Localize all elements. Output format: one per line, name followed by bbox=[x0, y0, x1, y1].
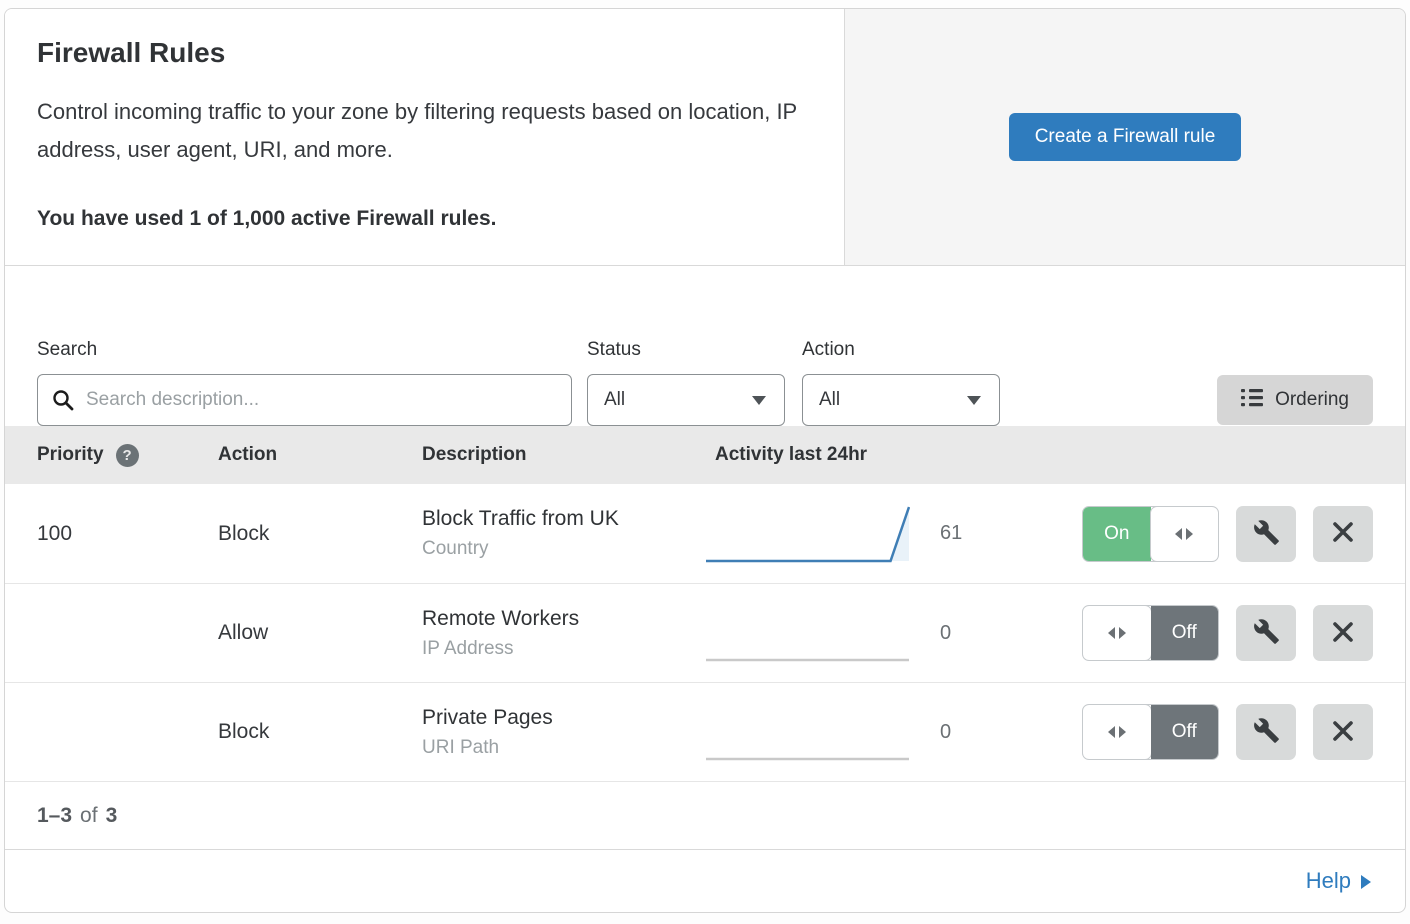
activity-count: 0 bbox=[920, 622, 1005, 645]
priority-help-icon[interactable]: ? bbox=[116, 444, 139, 467]
wrench-icon bbox=[1253, 717, 1280, 747]
header-section: Firewall Rules Control incoming traffic … bbox=[5, 9, 1405, 266]
wrench-icon bbox=[1253, 618, 1280, 648]
rule-action: Allow bbox=[218, 621, 422, 645]
column-header-activity: Activity last 24hr bbox=[705, 444, 920, 466]
pagination-of: of bbox=[80, 804, 98, 828]
edit-rule-button[interactable] bbox=[1236, 506, 1296, 562]
toggle-handle bbox=[1083, 606, 1151, 660]
arrow-left-icon bbox=[1175, 528, 1182, 540]
delete-rule-button[interactable] bbox=[1313, 704, 1373, 760]
arrow-right-icon bbox=[1186, 528, 1193, 540]
rule-enabled-toggle[interactable]: On bbox=[1082, 506, 1219, 562]
search-icon bbox=[51, 388, 75, 417]
rule-action: Block bbox=[218, 522, 422, 546]
rule-description: Remote Workers bbox=[422, 607, 705, 631]
header-text-block: Firewall Rules Control incoming traffic … bbox=[5, 9, 845, 265]
create-firewall-rule-button[interactable]: Create a Firewall rule bbox=[1009, 113, 1242, 161]
delete-rule-button[interactable] bbox=[1313, 506, 1373, 562]
toggle-off-label: Off bbox=[1151, 705, 1219, 759]
help-link[interactable]: Help bbox=[1306, 868, 1371, 894]
toggle-off-label: Off bbox=[1151, 606, 1219, 660]
page-title: Firewall Rules bbox=[37, 37, 812, 69]
toggle-on-label: On bbox=[1083, 507, 1151, 561]
rule-enabled-toggle[interactable]: Off bbox=[1082, 605, 1219, 661]
table-header-row: Priority ? Action Description Activity l… bbox=[5, 426, 1405, 484]
header-action-panel: Create a Firewall rule bbox=[845, 9, 1405, 265]
rule-description-cell: Private Pages URI Path bbox=[422, 706, 705, 759]
activity-count: 61 bbox=[920, 522, 1005, 545]
activity-count: 0 bbox=[920, 721, 1005, 744]
close-icon bbox=[1332, 621, 1354, 646]
edit-rule-button[interactable] bbox=[1236, 605, 1296, 661]
activity-sparkline bbox=[705, 503, 920, 565]
search-field-wrap bbox=[37, 374, 572, 426]
status-select-value: All bbox=[604, 389, 625, 411]
ordering-button-label: Ordering bbox=[1275, 389, 1349, 411]
rule-match-type: IP Address bbox=[422, 638, 705, 660]
pagination-bar: 1–3 of 3 bbox=[5, 781, 1405, 849]
action-select[interactable]: All bbox=[802, 374, 1000, 426]
page-description: Control incoming traffic to your zone by… bbox=[37, 93, 812, 169]
rule-match-type: URI Path bbox=[422, 737, 705, 759]
help-footer: Help bbox=[5, 849, 1405, 912]
arrow-left-icon bbox=[1108, 726, 1115, 738]
rule-controls: Off bbox=[1082, 704, 1373, 760]
rule-description-cell: Block Traffic from UK Country bbox=[422, 507, 705, 560]
column-header-priority: Priority ? bbox=[37, 444, 218, 467]
arrow-right-icon bbox=[1119, 627, 1126, 639]
arrow-right-icon bbox=[1119, 726, 1126, 738]
delete-rule-button[interactable] bbox=[1313, 605, 1373, 661]
edit-rule-button[interactable] bbox=[1236, 704, 1296, 760]
close-icon bbox=[1332, 720, 1354, 745]
chevron-down-icon bbox=[967, 396, 981, 405]
table-row: 100 Block Block Traffic from UK Country … bbox=[5, 484, 1405, 583]
arrow-right-icon bbox=[1361, 875, 1371, 889]
rule-description-cell: Remote Workers IP Address bbox=[422, 607, 705, 660]
help-link-label: Help bbox=[1306, 868, 1351, 894]
rule-description: Block Traffic from UK bbox=[422, 507, 705, 531]
rule-controls: Off bbox=[1082, 605, 1373, 661]
rule-match-type: Country bbox=[422, 538, 705, 560]
activity-sparkline bbox=[705, 602, 920, 664]
priority-header-label: Priority bbox=[37, 444, 104, 466]
rule-controls: On bbox=[1082, 506, 1373, 562]
filter-bar: Search Status All Action All bbox=[5, 266, 1405, 426]
action-select-value: All bbox=[819, 389, 840, 411]
rule-enabled-toggle[interactable]: Off bbox=[1082, 704, 1219, 760]
status-select[interactable]: All bbox=[587, 374, 785, 426]
rule-action: Block bbox=[218, 720, 422, 744]
column-header-action: Action bbox=[218, 444, 422, 466]
pagination-total: 3 bbox=[106, 804, 118, 828]
search-label: Search bbox=[37, 339, 587, 361]
wrench-icon bbox=[1253, 519, 1280, 549]
search-group: Search bbox=[37, 339, 587, 426]
status-filter-group: Status All bbox=[587, 339, 802, 426]
activity-sparkline bbox=[705, 701, 920, 763]
action-filter-group: Action All bbox=[802, 339, 1017, 426]
search-input[interactable] bbox=[37, 374, 572, 426]
pagination-range: 1–3 bbox=[37, 804, 72, 828]
arrow-left-icon bbox=[1108, 627, 1115, 639]
chevron-down-icon bbox=[752, 396, 766, 405]
toggle-handle bbox=[1083, 705, 1151, 759]
ordering-button[interactable]: Ordering bbox=[1217, 375, 1373, 425]
list-ordering-icon bbox=[1241, 388, 1263, 413]
status-label: Status bbox=[587, 339, 802, 361]
rule-priority: 100 bbox=[37, 522, 218, 546]
usage-summary: You have used 1 of 1,000 active Firewall… bbox=[37, 207, 812, 231]
rule-description: Private Pages bbox=[422, 706, 705, 730]
action-label: Action bbox=[802, 339, 1017, 361]
column-header-description: Description bbox=[422, 444, 705, 466]
table-row: Allow Remote Workers IP Address 0 Off bbox=[5, 583, 1405, 682]
close-icon bbox=[1332, 521, 1354, 546]
table-row: Block Private Pages URI Path 0 Off bbox=[5, 682, 1405, 781]
toggle-handle bbox=[1151, 507, 1219, 561]
firewall-rules-panel: Firewall Rules Control incoming traffic … bbox=[4, 8, 1406, 913]
